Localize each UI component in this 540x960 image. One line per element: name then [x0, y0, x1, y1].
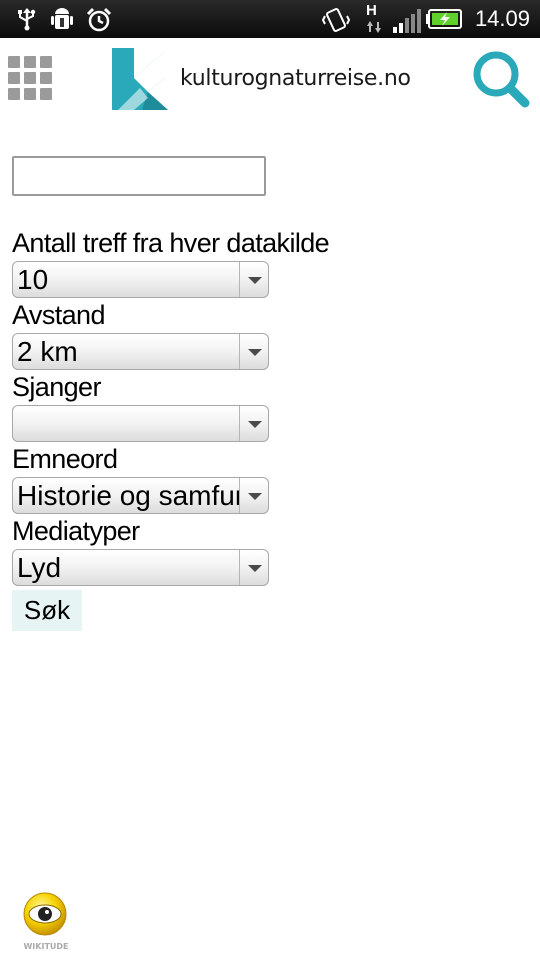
field-label-hit-count: Antall treff fra hver datakilde	[12, 228, 330, 258]
chevron-down-icon	[239, 262, 268, 297]
search-input[interactable]	[12, 156, 266, 196]
search-submit-button[interactable]: Søk	[12, 590, 82, 631]
subject-select[interactable]: Historie og samfunn	[12, 477, 269, 514]
search-icon[interactable]	[470, 48, 532, 110]
distance-select[interactable]: 2 km	[12, 333, 269, 370]
network-type-label: H	[366, 2, 377, 19]
battery-charging-icon	[426, 9, 462, 29]
chevron-down-icon	[239, 406, 268, 441]
signal-icon	[393, 9, 421, 33]
usb-icon	[18, 8, 36, 31]
media-types-value: Lyd	[17, 552, 62, 583]
h-data-icon: H	[364, 2, 384, 36]
genre-select[interactable]	[12, 405, 269, 442]
hit-count-value: 10	[17, 264, 49, 295]
media-types-select[interactable]: Lyd	[12, 549, 269, 586]
chevron-down-icon	[239, 334, 268, 369]
field-label-genre: Sjanger	[12, 372, 101, 402]
subject-value: Historie og samfunn	[17, 480, 239, 511]
footer-logo-text: WIKITUDE	[23, 942, 69, 951]
hit-count-select[interactable]: 10	[12, 261, 269, 298]
android-debug-icon	[51, 8, 73, 29]
alarm-icon	[86, 7, 112, 32]
vibrate-icon	[322, 8, 350, 32]
field-label-subject: Emneord	[12, 444, 118, 474]
site-logo-icon[interactable]	[112, 48, 168, 110]
distance-value: 2 km	[17, 336, 78, 367]
status-time: 14.09	[474, 6, 530, 31]
site-logo-text[interactable]: kulturognaturreise.no	[180, 66, 411, 91]
status-bar: H 14.09	[0, 0, 540, 38]
field-label-media-types: Mediatyper	[12, 516, 140, 546]
app-header: kulturognaturreise.no	[0, 38, 540, 120]
chevron-down-icon	[239, 550, 268, 585]
chevron-down-icon	[239, 478, 268, 513]
field-label-distance: Avstand	[12, 300, 105, 330]
grid-menu-icon[interactable]	[8, 56, 52, 100]
